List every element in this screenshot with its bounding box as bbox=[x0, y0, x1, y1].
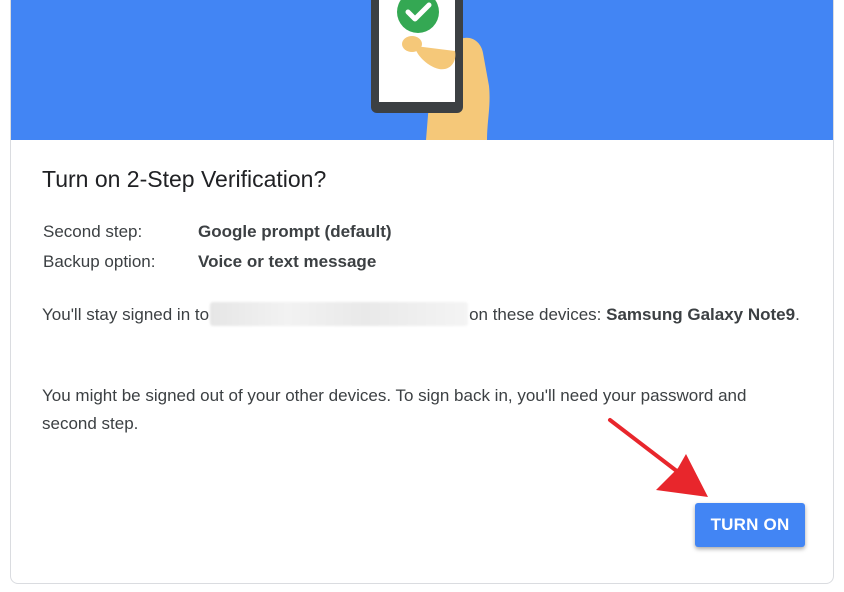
dialog-title: Turn on 2-Step Verification? bbox=[42, 166, 327, 192]
header-banner bbox=[11, 0, 833, 140]
backup-option-value: Voice or text message bbox=[198, 252, 377, 271]
turn-on-button[interactable]: TURN ON bbox=[695, 503, 805, 547]
second-step-label: Second step: bbox=[43, 222, 143, 241]
signed-in-prefix: You'll stay signed in to bbox=[42, 305, 210, 324]
redacted-account bbox=[210, 302, 469, 326]
red-arrow-icon bbox=[608, 418, 708, 497]
signed-in-middle: on these devices: bbox=[469, 305, 602, 324]
second-step-value: Google prompt (default) bbox=[198, 222, 392, 241]
backup-option-label: Backup option: bbox=[43, 252, 156, 271]
signed-in-devices-text: You'll stay signed in to on these devices… bbox=[42, 301, 802, 329]
device-name: Samsung Galaxy Note9 bbox=[606, 305, 796, 324]
signed-in-suffix: . bbox=[795, 305, 800, 324]
phone-illustration bbox=[371, 0, 490, 140]
